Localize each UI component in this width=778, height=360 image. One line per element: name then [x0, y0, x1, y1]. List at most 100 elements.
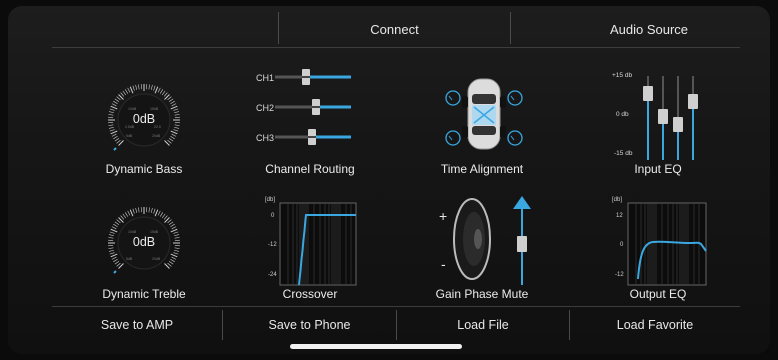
divider	[52, 306, 740, 307]
gauge-tick	[116, 219, 121, 224]
gauge-tick	[173, 129, 179, 132]
gauge-tick	[174, 249, 180, 252]
svg-text:CH2: CH2	[256, 103, 274, 113]
svg-text:0 db: 0 db	[616, 111, 629, 118]
crossover-label: Crossover	[282, 287, 338, 301]
gauge-tick	[159, 89, 164, 94]
gauge-tick	[111, 226, 117, 230]
tab-audio-source[interactable]: Audio Source	[564, 22, 734, 37]
gauge-tick	[120, 92, 125, 97]
svg-text:+: +	[439, 208, 447, 224]
svg-text:0: 0	[620, 242, 624, 248]
load-favorite-button[interactable]: Load Favorite	[570, 318, 740, 332]
gauge-tick	[161, 90, 166, 96]
car-icon	[445, 78, 523, 150]
gauge-tick	[116, 139, 121, 144]
gain-phase-mute-label: Gain Phase Mute	[435, 287, 529, 301]
gauge-tick	[170, 258, 175, 263]
channel-routing-tile[interactable]: CH1 CH2 CH3 Channel Routing	[230, 66, 390, 194]
gauge-tick	[113, 223, 118, 228]
gauge-tick	[163, 92, 168, 97]
gauge-value: 0dB	[132, 112, 156, 126]
gauge-tick	[127, 87, 131, 93]
gain-phase-mute-tile[interactable]: + - Gain Phase Mute	[402, 191, 562, 319]
time-alignment-label: Time Alignment	[440, 162, 524, 176]
gauge-tick	[138, 84, 140, 90]
output-eq-graph-icon: [db] 12 0 -12	[612, 197, 707, 286]
gauge-tick	[108, 249, 114, 252]
gauge-tick	[167, 96, 172, 101]
gauge-tick	[171, 256, 177, 260]
gauge-tick	[120, 215, 125, 220]
gauge-tick	[113, 258, 118, 263]
gauge-tick	[116, 262, 121, 267]
gauge-tick	[154, 209, 159, 217]
eq-band-3	[673, 76, 683, 160]
gauge-tick	[110, 228, 118, 233]
time-alignment-tile[interactable]: Time Alignment	[402, 66, 562, 194]
gauge-tick	[110, 253, 118, 258]
gauge-tick	[170, 253, 178, 258]
dynamic-treble-tile[interactable]: 10dB 15dB 5dB 20dB 0dB Dynamic Treble	[64, 191, 224, 319]
gauge-tick	[159, 212, 164, 217]
input-eq-label: Input EQ	[634, 162, 682, 176]
gauge-tick	[173, 108, 179, 111]
tab-connect[interactable]: Connect	[279, 22, 510, 37]
gauge-value: 0dB	[132, 235, 156, 249]
output-eq-tile[interactable]: [db] 12 0 -12 Output EQ	[578, 191, 738, 319]
gauge-tick	[114, 221, 120, 226]
car-body	[462, 78, 506, 150]
channel-slider-3: CH3	[256, 129, 351, 145]
svg-text:[db]: [db]	[265, 197, 275, 203]
gauge-tick	[109, 129, 115, 132]
svg-text:-12: -12	[615, 272, 624, 278]
channel-slider-1: CH1	[256, 69, 351, 85]
gauge-tick	[122, 90, 127, 96]
routing-sliders-icon: CH1 CH2 CH3	[256, 69, 351, 145]
svg-text:5dB: 5dB	[126, 257, 133, 261]
speaker-cone	[453, 198, 491, 280]
gauge-tick	[167, 219, 172, 224]
gauge-tick	[168, 137, 174, 142]
save-to-amp-button[interactable]: Save to AMP	[52, 318, 222, 332]
load-file-button[interactable]: Load File	[397, 318, 569, 332]
gauge-tick	[173, 252, 179, 255]
crossover-graph-icon: [db] 0 -12 -24	[265, 197, 357, 286]
svg-text:CH3: CH3	[256, 133, 274, 143]
svg-text:12: 12	[616, 213, 623, 219]
svg-text:CH1: CH1	[256, 73, 274, 83]
save-to-phone-button[interactable]: Save to Phone	[223, 318, 396, 332]
gauge-tick	[127, 210, 131, 216]
gauge-tick	[116, 96, 121, 101]
gauge-tick	[111, 103, 117, 107]
gauge-tick	[171, 226, 177, 230]
eq-sliders-icon: +15 db 0 db -15 db	[612, 72, 698, 160]
app-screen: Connect Audio Source 10dB 15dB 5dB 20dB …	[8, 6, 770, 354]
gauge-tick	[153, 85, 156, 91]
gauge-tick	[167, 262, 172, 267]
svg-text:10dB: 10dB	[128, 230, 137, 234]
gauge-tick	[135, 207, 138, 213]
gauge-tick	[153, 208, 156, 214]
dynamic-bass-tile[interactable]: 10dB 15dB 5dB 20dB 2.5dB 22.5 0dB Dynami…	[64, 66, 224, 194]
gauge-tick	[150, 207, 153, 213]
crossover-tile[interactable]: [db] 0 -12 -24 Crossover	[230, 191, 390, 319]
home-indicator[interactable]	[290, 344, 462, 349]
input-eq-tile[interactable]: +15 db 0 db -15 db Input EQ	[578, 66, 738, 194]
top-bar: Connect Audio Source	[8, 6, 770, 48]
gauge-tick	[114, 98, 120, 103]
volume-slider	[513, 196, 531, 285]
eq-band-1	[643, 76, 653, 160]
gauge-tick	[111, 133, 117, 137]
gauge-tick	[174, 126, 180, 129]
channel-slider-2: CH2	[256, 99, 351, 115]
gauge-tick	[135, 84, 138, 90]
gauge-tick	[157, 87, 161, 93]
gauge-tick	[124, 89, 129, 94]
speaker-icon: + -	[439, 196, 531, 285]
gauge-tick	[168, 260, 174, 265]
dynamic-treble-label: Dynamic Treble	[102, 287, 186, 301]
svg-text:15dB: 15dB	[150, 230, 159, 234]
svg-text:-15 db: -15 db	[614, 150, 633, 157]
svg-text:-: -	[441, 256, 446, 272]
